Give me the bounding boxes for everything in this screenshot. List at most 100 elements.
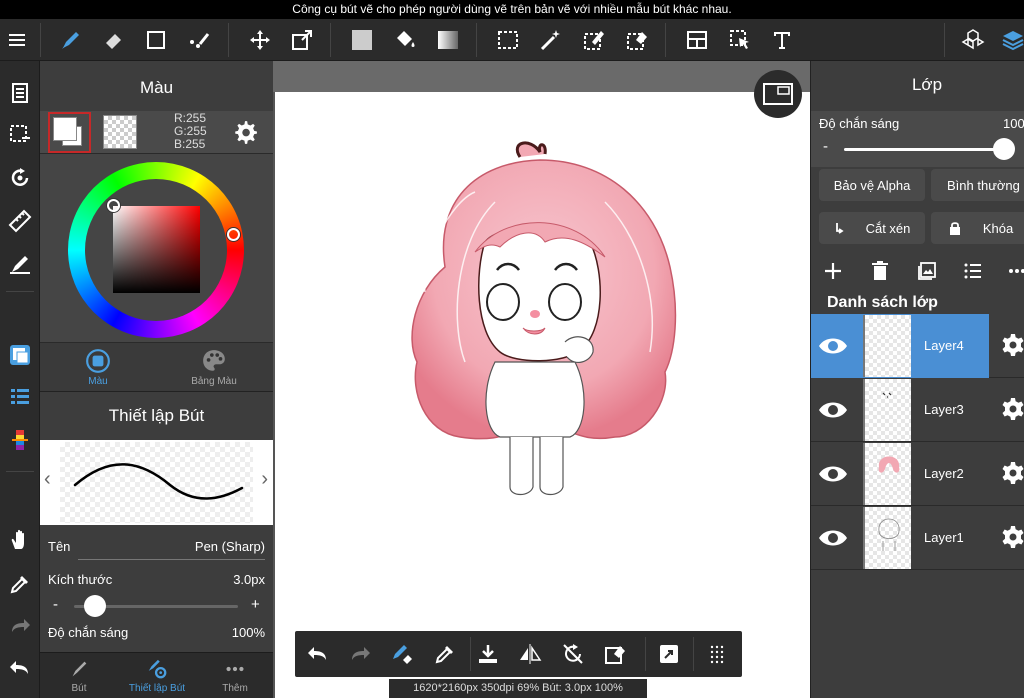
layer-settings-gear-icon[interactable] [1001, 397, 1024, 421]
eye-icon[interactable] [817, 331, 849, 361]
add-layer-icon[interactable] [819, 257, 847, 285]
redo-icon[interactable] [343, 637, 377, 671]
rotate-canvas-icon[interactable] [3, 161, 37, 195]
saturation-value-square[interactable] [113, 206, 200, 293]
layer-layout-icon[interactable] [680, 23, 714, 57]
layer-settings-gear-icon[interactable] [1001, 461, 1024, 485]
more-icon [226, 666, 244, 672]
selection-icon[interactable] [3, 118, 37, 152]
next-brush-arrow-icon[interactable]: › [261, 468, 268, 491]
transform-icon[interactable] [285, 23, 319, 57]
layer-row[interactable]: Layer1 [811, 506, 1024, 570]
document-icon[interactable] [3, 76, 37, 110]
tab-brush-settings-label: Thiết lập Bút [128, 683, 186, 694]
layer-opacity-slider-thumb[interactable] [993, 138, 1015, 160]
brush-size-label: Kích thước [48, 572, 113, 587]
transparent-color-swatch[interactable] [103, 115, 137, 149]
color-settings-gear-icon[interactable] [232, 119, 258, 145]
layer-row[interactable]: Layer3 [811, 378, 1024, 442]
rectangle-icon[interactable] [139, 23, 173, 57]
select-pen-icon[interactable] [182, 23, 216, 57]
layer-image-icon[interactable] [913, 257, 941, 285]
hue-picker-knob[interactable] [227, 228, 240, 241]
brush-list-icon[interactable] [3, 380, 37, 414]
tab-brush[interactable]: Bút [40, 653, 118, 698]
layer-opacity-slider-track[interactable] [844, 148, 1004, 151]
gradient-icon[interactable] [431, 23, 465, 57]
undo-rail-icon[interactable] [3, 651, 37, 685]
protect-alpha-button[interactable]: Bảo vệ Alpha [819, 169, 925, 201]
fill-color-icon[interactable] [345, 23, 379, 57]
clear-icon[interactable] [598, 637, 632, 671]
delete-layer-icon[interactable] [866, 257, 894, 285]
rgb-readout: R:255 G:255 B:255 [174, 112, 207, 151]
navigator-button[interactable] [754, 70, 802, 118]
brush-opacity-value: 100% [231, 625, 265, 640]
size-plus-button[interactable]: + [251, 596, 260, 613]
brush-name-row[interactable]: Tên Pen (Sharp) [40, 539, 273, 561]
magic-wand-icon[interactable] [534, 23, 568, 57]
tab-more[interactable]: Thêm [196, 653, 274, 698]
layer-name: Layer1 [924, 530, 964, 545]
select-pen-tool-icon[interactable] [577, 23, 611, 57]
clipping-button[interactable]: Cắt xén [819, 212, 925, 244]
layers-icon[interactable] [996, 23, 1024, 57]
app-window: Công cụ bút vẽ cho phép người dùng vẽ tr… [0, 0, 1024, 698]
bucket-icon[interactable] [388, 23, 422, 57]
select-arrow-icon[interactable] [723, 23, 757, 57]
sv-picker-knob[interactable] [107, 199, 120, 212]
text-icon[interactable] [765, 23, 799, 57]
color-panel: Màu R:255 G:255 B:255 Màu Bảng Màu [40, 61, 273, 391]
brush-adjust-icon[interactable] [3, 247, 37, 281]
size-slider-thumb[interactable] [83, 595, 106, 617]
select-rect-icon[interactable] [491, 23, 525, 57]
primary-color-swatch[interactable] [48, 112, 91, 153]
share-icon[interactable] [652, 637, 686, 671]
eyedropper-rail-icon[interactable] [3, 567, 37, 601]
pen-eraser-toggle-icon[interactable] [385, 637, 419, 671]
clipping-label: Cắt xén [865, 220, 911, 236]
eye-icon[interactable] [817, 523, 849, 553]
material-icon[interactable] [956, 23, 990, 57]
tab-brush-settings[interactable]: Thiết lập Bút [118, 653, 196, 698]
eyedropper-icon[interactable] [428, 637, 462, 671]
hand-icon[interactable] [3, 523, 37, 557]
select-eraser-icon[interactable] [620, 23, 654, 57]
layer-row[interactable]: Layer2 [811, 442, 1024, 506]
drawing-canvas[interactable] [275, 92, 810, 698]
tab-color-label: Màu [88, 376, 108, 387]
layer-row[interactable]: Layer4 [811, 314, 1024, 378]
undo-icon[interactable] [301, 637, 335, 671]
color-swatch-icon[interactable] [3, 338, 37, 372]
blend-mode-button[interactable]: Bình thường [931, 169, 1024, 201]
color-palette-icon[interactable] [3, 423, 37, 457]
tab-color[interactable]: Màu [40, 343, 156, 392]
rotate-icon[interactable] [556, 637, 590, 671]
layer-list-icon[interactable] [959, 257, 987, 285]
redo-rail-icon[interactable] [3, 609, 37, 643]
flip-icon[interactable] [513, 637, 547, 671]
previous-brush-arrow-icon[interactable]: ‹ [44, 468, 51, 491]
layer-opacity-minus[interactable]: - [823, 138, 828, 155]
brush-size-value: 3.0px [233, 572, 265, 587]
ruler-icon[interactable] [3, 204, 37, 238]
lock-button[interactable]: Khóa [931, 212, 1024, 244]
eye-icon[interactable] [817, 395, 849, 425]
move-icon[interactable] [243, 23, 277, 57]
color-circle-icon [86, 349, 110, 373]
tab-palette[interactable]: Bảng Màu [156, 343, 272, 392]
size-minus-button[interactable]: - [53, 596, 58, 613]
eraser-icon[interactable] [96, 23, 130, 57]
save-icon[interactable] [471, 637, 505, 671]
brush-settings-icon [148, 659, 167, 679]
layer-settings-gear-icon[interactable] [1001, 333, 1024, 357]
menu-icon[interactable] [0, 23, 34, 57]
canvas-area: 1620*2160px 350dpi 69% Bút: 3.0px 100% [273, 61, 810, 698]
pen-icon[interactable] [54, 23, 88, 57]
navigator-icon [763, 83, 793, 105]
layer-settings-gear-icon[interactable] [1001, 525, 1024, 549]
layer-more-icon[interactable] [1003, 257, 1024, 285]
eye-icon[interactable] [817, 459, 849, 489]
left-rail [0, 61, 40, 698]
grid-icon[interactable] [700, 637, 734, 671]
